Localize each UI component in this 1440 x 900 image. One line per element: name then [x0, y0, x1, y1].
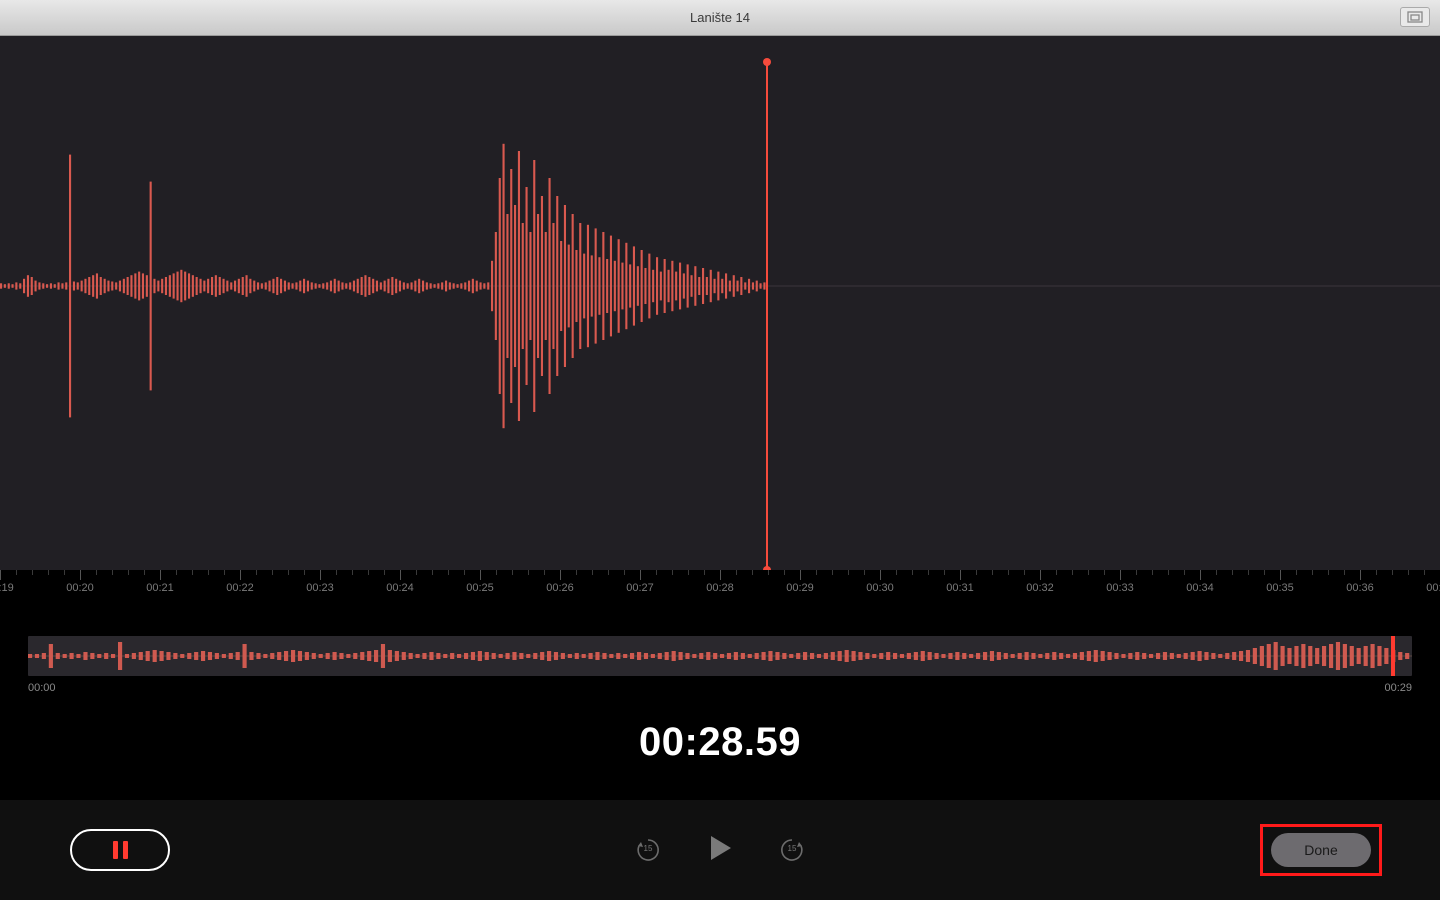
ruler-label: 00:19 — [0, 582, 14, 594]
overview-start-label: 00:00 — [28, 682, 56, 694]
ruler-label: 00:34 — [1186, 582, 1214, 594]
pause-button[interactable] — [70, 829, 170, 871]
time-ruler[interactable]: 00:19 00:20 00:21 00:22 00:23 00:24 00:25 00:26… — [0, 570, 1440, 598]
window-title: Lanište 14 — [690, 10, 750, 25]
play-button[interactable] — [705, 833, 735, 868]
waveform-main[interactable] — [0, 36, 1440, 596]
ruler-label: 00:24 — [386, 582, 414, 594]
ruler-label: 00:26 — [546, 582, 574, 594]
playback-controls: 15 15 — [635, 833, 805, 868]
crop-icon[interactable] — [1400, 7, 1430, 27]
playhead[interactable] — [766, 62, 768, 570]
ruler-label: 00:30 — [866, 582, 894, 594]
overview-end-label: 00:29 — [1384, 682, 1412, 694]
ruler-label: 00:28 — [706, 582, 734, 594]
overview-playhead[interactable] — [1391, 636, 1395, 676]
waveform-overview[interactable] — [28, 636, 1412, 676]
ruler-label: 00:36 — [1346, 582, 1374, 594]
titlebar: Lanište 14 — [0, 0, 1440, 36]
ruler-label: 00:37 — [1426, 582, 1440, 594]
ruler-label: 00:29 — [786, 582, 814, 594]
skip-forward-15-icon[interactable]: 15 — [779, 837, 805, 863]
ruler-label: 00:21 — [146, 582, 174, 594]
ruler-label: 00:35 — [1266, 582, 1294, 594]
ruler-label: 00:25 — [466, 582, 494, 594]
time-display: 00:28.59 — [0, 720, 1440, 765]
waveform-overview-wrap: 00:00 00:29 — [28, 636, 1412, 696]
skip-back-15-icon[interactable]: 15 — [635, 837, 661, 863]
ruler-label: 00:27 — [626, 582, 654, 594]
ruler-label: 00:32 — [1026, 582, 1054, 594]
ruler-label: 00:22 — [226, 582, 254, 594]
ruler-label: 00:31 — [946, 582, 974, 594]
done-button-highlight: Done — [1260, 824, 1382, 876]
ruler-label: 00:20 — [66, 582, 94, 594]
pause-icon — [113, 841, 128, 859]
done-button[interactable]: Done — [1271, 833, 1371, 867]
ruler-label: 00:23 — [306, 582, 334, 594]
toolbar: 15 15 Done — [0, 800, 1440, 900]
ruler-label: 00:33 — [1106, 582, 1134, 594]
